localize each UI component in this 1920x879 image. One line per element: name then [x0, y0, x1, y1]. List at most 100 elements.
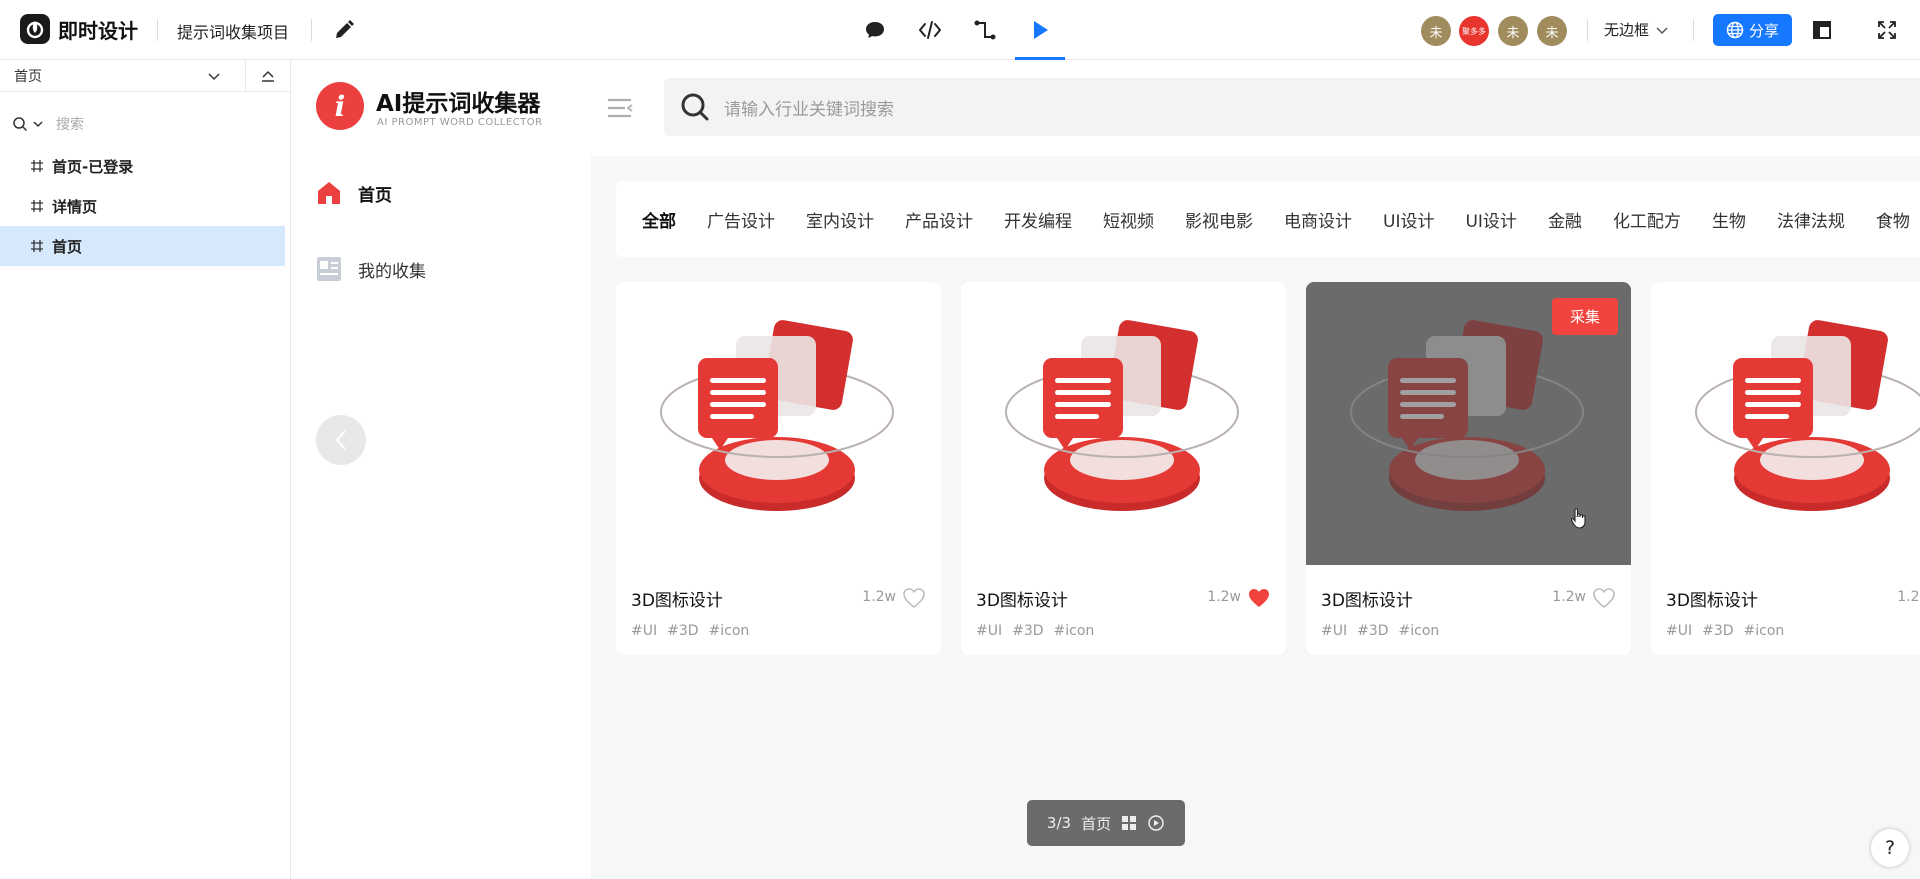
- nav-home[interactable]: 首页: [316, 180, 392, 206]
- category-tab[interactable]: UI设计: [1383, 207, 1434, 232]
- pager-page-name[interactable]: 首页: [1081, 813, 1111, 834]
- card-tags: #UI #3D #icon: [631, 623, 749, 639]
- category-tab[interactable]: 广告设计: [707, 207, 775, 232]
- app-name: 即时设计: [58, 18, 138, 43]
- prompt-card[interactable]: 采集 3D图标设计 1.2w #UI #3D #icon: [1306, 282, 1631, 655]
- card-tag[interactable]: #UI: [976, 623, 1002, 639]
- card-tag[interactable]: #3D: [1702, 623, 1733, 639]
- divider: [1587, 19, 1588, 41]
- fullscreen-icon[interactable]: [1875, 18, 1899, 42]
- avatar[interactable]: 未: [1421, 16, 1451, 46]
- frame-mode-select[interactable]: 无边框: [1604, 19, 1669, 40]
- chevron-down-icon: [1656, 26, 1668, 34]
- avatar[interactable]: 未: [1537, 16, 1567, 46]
- grid-icon[interactable]: [1121, 815, 1137, 831]
- nav-home-label: 首页: [358, 185, 392, 206]
- card-tag[interactable]: #icon: [1054, 623, 1095, 639]
- frame-icon: [31, 200, 43, 212]
- category-tab[interactable]: 室内设计: [806, 207, 874, 232]
- category-tab[interactable]: 化工配方: [1613, 207, 1681, 232]
- play-icon: [1034, 21, 1048, 39]
- card-tag[interactable]: #icon: [709, 623, 750, 639]
- nav-favorites[interactable]: 我的收集: [316, 256, 426, 282]
- prompt-card[interactable]: 3D图标设计 1.2w #UI #3D #icon: [616, 282, 941, 655]
- help-button[interactable]: ?: [1871, 829, 1909, 867]
- preview-canvas: i AI提示词收集器 AI PROMPT WORD COLLECTOR 首页 我…: [291, 60, 1920, 879]
- share-label: 分享: [1748, 21, 1779, 40]
- frame-icon: [31, 240, 43, 252]
- chevron-down-icon: [33, 121, 43, 128]
- category-tab[interactable]: 产品设计: [905, 207, 973, 232]
- home-icon: [318, 182, 340, 204]
- card-views: 1.2w: [1897, 589, 1920, 605]
- chevron-left-icon: [335, 430, 346, 450]
- pages-panel: 首页 搜索 首页-已登录 详情页 首页: [0, 60, 291, 879]
- card-tag[interactable]: #UI: [631, 623, 657, 639]
- edit-pencil-icon[interactable]: [332, 18, 356, 42]
- category-tab[interactable]: 生物: [1712, 207, 1746, 232]
- avatar[interactable]: 未: [1498, 16, 1528, 46]
- category-tab[interactable]: 开发编程: [1004, 207, 1072, 232]
- layout-icon[interactable]: [1810, 18, 1834, 42]
- page-item-label: 首页: [52, 237, 83, 256]
- replay-icon[interactable]: [1147, 814, 1165, 832]
- card-views: 1.2w: [1552, 589, 1586, 605]
- category-tab[interactable]: UI设计: [1465, 207, 1516, 232]
- preview-pager: 3/3 首页: [1027, 800, 1185, 846]
- preview-play-button[interactable]: [1023, 14, 1057, 46]
- card-thumbnail: 采集: [1306, 282, 1631, 565]
- prompt-card[interactable]: 3D图标设计 1.2w #UI #3D #icon: [961, 282, 1286, 655]
- app-sidebar: i AI提示词收集器 AI PROMPT WORD COLLECTOR 首页 我…: [291, 60, 591, 879]
- collect-button[interactable]: 采集: [1552, 298, 1618, 335]
- comment-mode-button[interactable]: [858, 14, 892, 46]
- code-mode-button[interactable]: [913, 14, 947, 46]
- prototype-mode-button[interactable]: [968, 14, 1002, 46]
- pager-position: 3/3: [1046, 814, 1072, 832]
- card-views: 1.2w: [862, 589, 896, 605]
- main-content: 全部 广告设计 室内设计 产品设计 开发编程 短视频 影视电影 电商设计 UI设…: [591, 156, 1920, 879]
- heart-outline-icon[interactable]: [902, 587, 926, 609]
- card-tag[interactable]: #3D: [1357, 623, 1388, 639]
- card-tag[interactable]: #UI: [1666, 623, 1692, 639]
- app-logo[interactable]: 即时设计: [20, 14, 138, 44]
- top-toolbar: 即时设计 提示词收集项目 未 聚多多 未 未 无边框 分享: [0, 0, 1920, 60]
- card-title: 3D图标设计: [1666, 591, 1758, 611]
- category-tabs: 全部 广告设计 室内设计 产品设计 开发编程 短视频 影视电影 电商设计 UI设…: [616, 181, 1920, 257]
- heart-outline-icon[interactable]: [1592, 587, 1616, 609]
- card-tag[interactable]: #icon: [1399, 623, 1440, 639]
- app-logo-icon: [20, 14, 50, 44]
- page-item-label: 详情页: [52, 197, 98, 216]
- prompt-card[interactable]: 3D图标设计 1.2w #UI #3D #icon: [1651, 282, 1920, 655]
- page-item[interactable]: 详情页: [0, 186, 285, 226]
- page-item[interactable]: 首页: [0, 226, 285, 266]
- card-tag[interactable]: #UI: [1321, 623, 1347, 639]
- pages-search[interactable]: 搜索: [12, 114, 84, 134]
- card-tag[interactable]: #icon: [1744, 623, 1785, 639]
- category-tab[interactable]: 食物: [1876, 207, 1910, 232]
- collapse-panel-icon[interactable]: [258, 66, 278, 86]
- project-name[interactable]: 提示词收集项目: [177, 19, 289, 43]
- pages-search-placeholder: 搜索: [56, 117, 84, 133]
- category-tab[interactable]: 电商设计: [1284, 207, 1352, 232]
- page-item-label: 首页-已登录: [52, 157, 134, 176]
- category-tab[interactable]: 金融: [1548, 207, 1582, 232]
- current-page-select[interactable]: 首页: [14, 66, 42, 86]
- category-tab[interactable]: 影视电影: [1185, 207, 1253, 232]
- previous-page-button[interactable]: [316, 415, 366, 465]
- nav-favorites-label: 我的收集: [358, 261, 426, 282]
- brand-logo: i: [316, 82, 364, 130]
- page-item[interactable]: 首页-已登录: [0, 146, 285, 186]
- chevron-down-icon[interactable]: [206, 68, 222, 84]
- card-tag[interactable]: #3D: [1012, 623, 1043, 639]
- category-tab[interactable]: 法律法规: [1777, 207, 1845, 232]
- avatar[interactable]: 聚多多: [1459, 16, 1489, 46]
- card-tag[interactable]: #3D: [667, 623, 698, 639]
- category-tab[interactable]: 短视频: [1103, 207, 1154, 232]
- share-button[interactable]: 分享: [1713, 14, 1792, 46]
- divider: [245, 60, 246, 92]
- menu-toggle-icon[interactable]: [607, 98, 633, 118]
- card-tags: #UI #3D #icon: [976, 623, 1094, 639]
- category-tab[interactable]: 全部: [642, 207, 676, 232]
- keyword-search-input[interactable]: 请输入行业关键词搜索: [664, 78, 1920, 136]
- heart-filled-icon[interactable]: [1247, 587, 1271, 609]
